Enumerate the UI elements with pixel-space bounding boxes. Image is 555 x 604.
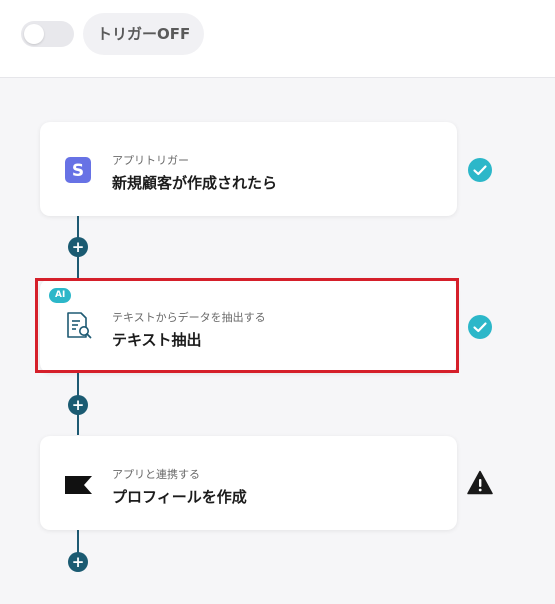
warning-triangle-icon xyxy=(467,470,493,496)
add-step-button[interactable]: + xyxy=(68,237,88,257)
step-subtitle: アプリトリガー xyxy=(112,154,189,167)
trigger-status-label: トリガーOFF xyxy=(83,13,205,55)
ai-badge: AI xyxy=(49,288,72,303)
flow-step-card[interactable]: アプリと連携する プロフィールを作成 xyxy=(40,436,457,530)
stripe-s-icon: S xyxy=(65,157,91,183)
toggle-knob xyxy=(24,24,44,44)
black-flag-icon xyxy=(65,476,92,502)
svg-text:S: S xyxy=(72,161,84,181)
check-circle-icon xyxy=(467,157,493,183)
step-title: テキスト抽出 xyxy=(112,331,202,349)
add-step-button[interactable]: + xyxy=(68,395,88,415)
step-subtitle: アプリと連携する xyxy=(112,468,200,481)
flow-step-card[interactable]: S アプリトリガー 新規顧客が作成されたら xyxy=(40,122,457,216)
step-subtitle: テキストからデータを抽出する xyxy=(112,311,266,324)
step-title: 新規顧客が作成されたら xyxy=(112,174,278,192)
add-step-button[interactable]: + xyxy=(68,552,88,572)
trigger-toggle[interactable] xyxy=(21,21,74,47)
check-circle-icon xyxy=(467,314,493,340)
document-search-icon xyxy=(65,311,92,339)
flow-step-card[interactable]: テキストからデータを抽出する テキスト抽出 xyxy=(40,279,457,373)
top-bar: トリガーOFF xyxy=(0,0,555,78)
step-title: プロフィールを作成 xyxy=(112,488,247,506)
